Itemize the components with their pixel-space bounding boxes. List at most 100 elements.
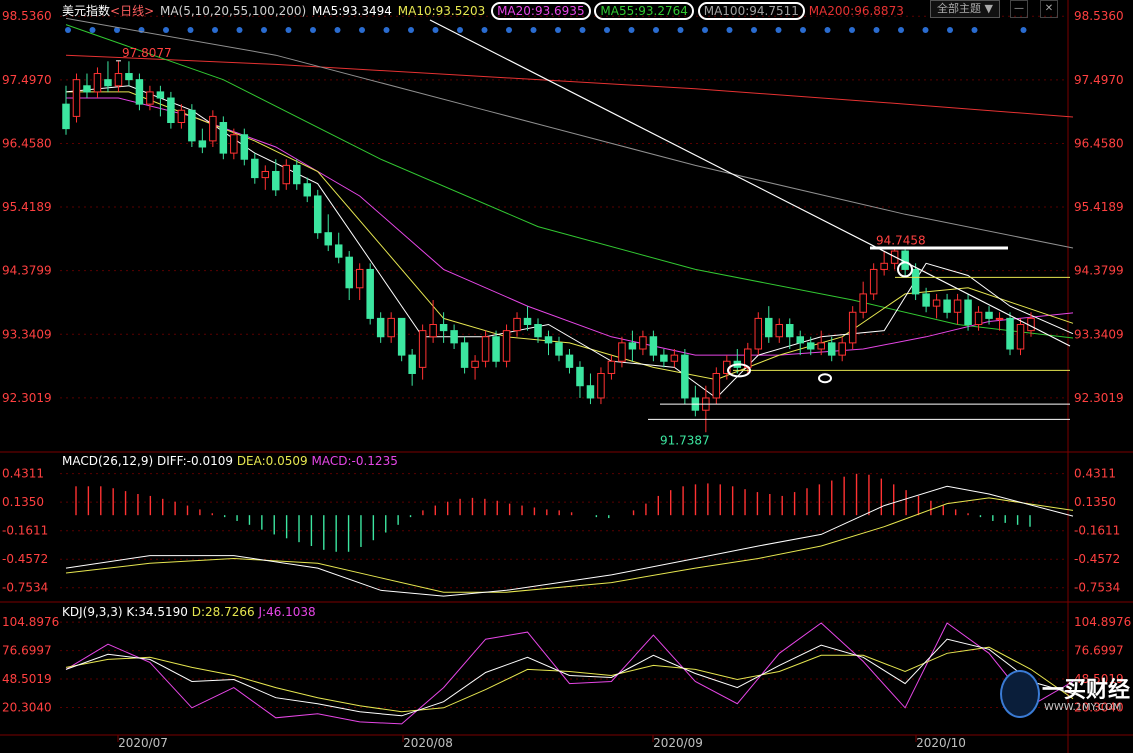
event-marker-dot [163,27,169,33]
candle-down [313,195,322,234]
k-value: K:34.5190 [126,605,188,619]
candle-down [544,336,553,344]
event-marker-dot [236,27,243,33]
candle-up [282,164,291,185]
candle-up [618,342,626,362]
price-tick-right: 98.5360 [1074,9,1124,23]
candle-down [492,336,500,362]
diff-value: DIFF:-0.0109 [156,454,233,468]
event-marker-dot [310,27,316,33]
price-tick-right: 96.4580 [1074,136,1124,150]
price-tick-right: 93.3409 [1074,327,1124,341]
macd-tick-right: -0.4572 [1074,552,1120,566]
x-axis-label: 2020/10 [916,736,966,750]
event-marker-dot [898,27,904,33]
price-tick-right: 95.4189 [1074,200,1124,214]
ma10-value: MA10:93.5203 [397,4,486,18]
candle-down [586,385,595,399]
logo-badge-icon [1000,670,1040,718]
price-tick-left: 94.3799 [2,264,52,278]
event-marker-dot [702,27,708,33]
candle-up [775,324,784,338]
price-tick-left: 96.4580 [2,136,52,150]
event-marker-dot [849,27,855,33]
candle-up [995,317,1004,320]
candle-up [817,342,825,350]
candle-down [681,354,689,399]
event-marker-dot [653,27,659,33]
candle-down [62,103,70,130]
candle-down [565,354,574,368]
price-tick-right: 97.4970 [1074,73,1124,87]
candle-down [1006,317,1014,350]
event-marker-dot [947,27,953,33]
candle-down [219,122,228,154]
candle-down [534,324,542,338]
trendline [429,19,1071,347]
candle-up [848,311,857,344]
candle-down [555,342,563,356]
candle-up [114,73,123,87]
event-marker-dot [922,27,929,33]
event-marker-dot [261,27,267,33]
candle-up [670,354,679,362]
macd-tick-right: 0.4311 [1074,467,1116,481]
low-annotation-label: 91.7387 [660,433,710,447]
candle-up [880,262,888,270]
candle-up [418,330,427,368]
close-button[interactable]: ✕ [1040,0,1058,18]
macd-tick-right: -0.1611 [1074,524,1120,538]
dea-line [65,497,1074,593]
candle-up [72,79,81,117]
candle-up [387,317,395,338]
period-label[interactable]: <日线> [110,4,154,18]
event-marker-dot [555,27,561,33]
candle-down [450,330,458,344]
candle-up [754,317,763,350]
x-axis-label: 2020/09 [653,736,703,750]
event-marker-dot [334,27,341,33]
candle-down [376,317,385,338]
candle-down [827,342,836,356]
candle-up [146,91,154,105]
candle-down [911,268,920,295]
candle-up [859,293,867,313]
event-marker-dot [751,27,757,33]
candle-down [439,324,448,332]
theme-select[interactable]: 全部主题 ▼ [930,0,1000,18]
event-marker-dot [677,27,684,33]
kdj-tick-right: 104.8976 [1074,615,1131,629]
chevron-down-icon: ▼ [984,2,993,15]
candle-up [93,73,102,93]
macd-tick-left: 0.1350 [2,495,44,509]
candle-down [765,317,773,338]
kdj-params: KDJ(9,3,3) [62,605,123,619]
event-marker-dot [579,27,586,33]
ma200-value: MA200:96.8873 [808,4,904,18]
candle-down [156,91,165,99]
event-marker-dot [628,27,635,33]
ma5-value: MA5:93.3494 [312,4,392,18]
kdj-tick-left: 76.6997 [2,644,52,658]
candle-down [785,324,794,338]
event-marker-dot [187,27,194,33]
candle-up [471,360,479,368]
candle-down [240,134,249,160]
event-marker-dot [359,27,365,33]
kdj-header: KDJ(9,3,3) K:34.5190 D:28.7266 J:46.1038 [62,605,316,619]
minimize-button[interactable]: — [1010,0,1028,18]
logo-name: 一买财经 [1042,678,1131,703]
event-marker-dot [971,27,978,33]
event-marker-dot [65,27,71,33]
chart-canvas[interactable]: 98.5360 98.5360 97.4970 97.4970 96.4580 96.45… [0,0,1133,753]
candle-up [1016,324,1025,350]
ma55-value: MA55:93.2764 [594,2,694,20]
price-tick-left: 95.4189 [2,200,52,214]
candle-up [597,372,605,399]
candle-down [83,85,91,93]
event-marker-dot [726,27,733,33]
candle-up [974,311,983,326]
event-marker-dot [432,27,439,33]
candle-down [460,342,469,368]
candle-down [964,299,972,326]
